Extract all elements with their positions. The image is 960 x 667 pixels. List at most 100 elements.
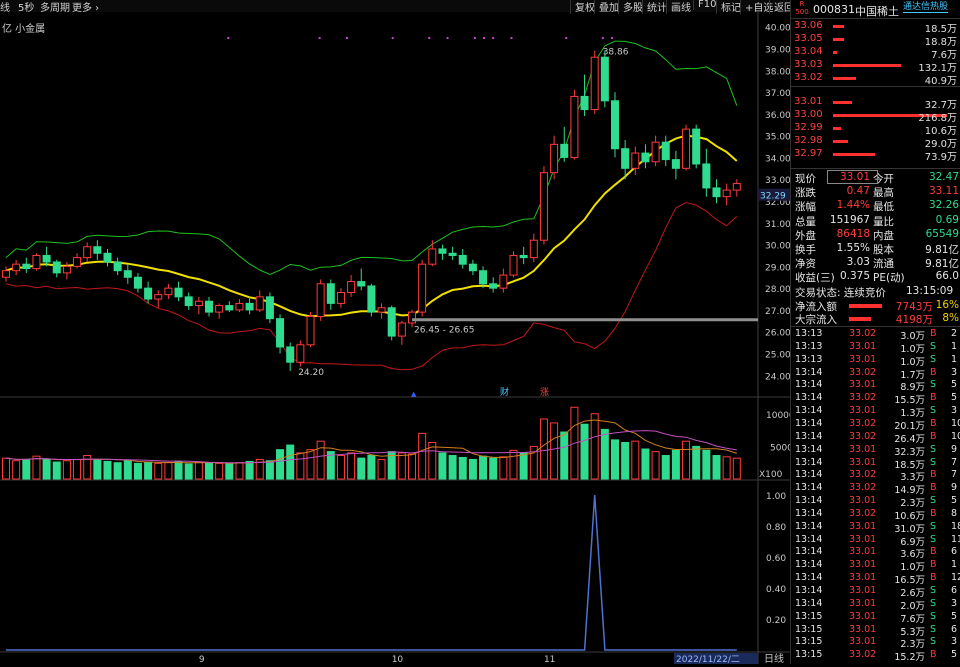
volume-bar bbox=[296, 452, 305, 480]
volume-bar bbox=[611, 439, 619, 480]
ask-row[interactable]: 33.06 18.5万 bbox=[791, 20, 960, 35]
volume-bar bbox=[306, 449, 315, 480]
ask-row[interactable]: 33.05 18.8万 bbox=[791, 33, 960, 48]
tick-price: 33.02 bbox=[849, 392, 877, 404]
rank-badge: R 500 bbox=[795, 0, 809, 17]
event-dot bbox=[610, 37, 613, 39]
candle bbox=[22, 257, 31, 273]
tick-time: 13:14 bbox=[795, 495, 823, 507]
quote-row: 净资 3.03 流通 9.81亿 bbox=[791, 256, 960, 270]
volume-bar bbox=[276, 449, 285, 480]
volume-bar bbox=[22, 458, 31, 480]
price-axis-label: 33.00 bbox=[765, 176, 790, 186]
tick-side: B bbox=[930, 649, 937, 661]
bid-row[interactable]: 32.99 10.6万 bbox=[791, 122, 960, 137]
ask-volume-bar bbox=[833, 51, 837, 54]
tick-row: 13:15 33.01 7.6万 S 5 bbox=[791, 610, 960, 625]
oscillator-line bbox=[6, 494, 737, 651]
inflow-bar bbox=[849, 304, 882, 308]
bid-row[interactable]: 33.00 216.8万 bbox=[791, 109, 960, 124]
tick-side: B bbox=[930, 507, 937, 519]
tick-time: 13:14 bbox=[795, 520, 823, 532]
bid-row[interactable]: 32.98 29.0万 bbox=[791, 135, 960, 150]
high-annotation: 38.86 bbox=[603, 48, 629, 58]
quote-value: 3.03 bbox=[846, 256, 870, 269]
tick-side: S bbox=[930, 610, 937, 622]
ask-volume-bar bbox=[833, 64, 902, 67]
volume-bar bbox=[347, 452, 356, 480]
ask-row[interactable]: 33.04 7.6万 bbox=[791, 46, 960, 61]
hot-stock-link[interactable]: 通达信热股 bbox=[903, 0, 949, 13]
volume-bar bbox=[509, 449, 518, 480]
candle bbox=[215, 303, 224, 319]
volume-bar bbox=[458, 456, 467, 480]
tick-count: 10 bbox=[951, 417, 960, 429]
tick-side: S bbox=[930, 533, 937, 545]
tick-count: 3 bbox=[951, 597, 958, 609]
volume-bar bbox=[712, 455, 721, 480]
candle bbox=[154, 290, 163, 308]
tick-row: 13:14 33.01 8.9万 S 5 bbox=[791, 379, 960, 393]
ask-row[interactable]: 33.03 132.1万 bbox=[791, 59, 960, 74]
candle bbox=[671, 150, 680, 180]
quote-row: 换手 1.55% 股本 9.81亿 bbox=[791, 242, 960, 256]
volume-bar bbox=[702, 449, 711, 480]
period-label[interactable]: 日线 bbox=[764, 652, 784, 665]
candle bbox=[286, 342, 295, 371]
kline-chart-area[interactable]: 亿 小金属 26.45 - 26.65 38.86 24.20 财 涨 ▲ 40.00 39… bbox=[0, 12, 795, 665]
kline-chart[interactable]: 亿 小金属 26.45 - 26.65 38.86 24.20 财 涨 ▲ 40.00 39… bbox=[0, 12, 795, 665]
current-price-tag: 32.29 bbox=[760, 192, 786, 202]
tick-side: B bbox=[930, 417, 937, 429]
tick-count: 10 bbox=[951, 430, 960, 442]
rank-badge-bottom: 500 bbox=[795, 8, 809, 16]
tick-side: S bbox=[930, 636, 937, 648]
toolbar-f10-button[interactable]: F10 bbox=[693, 0, 716, 10]
candle bbox=[12, 259, 21, 276]
candle bbox=[570, 89, 579, 160]
tick-row: 13:13 33.02 3.0万 B 2 bbox=[791, 328, 960, 342]
tick-time: 13:14 bbox=[795, 443, 823, 455]
event-dot bbox=[318, 37, 321, 39]
tick-side: S bbox=[930, 353, 937, 365]
volume-bar bbox=[93, 458, 102, 480]
tick-time: 13:15 bbox=[795, 649, 823, 661]
price-axis-label: 40.00 bbox=[765, 24, 790, 34]
tick-count: 1 bbox=[951, 353, 958, 365]
bid-volume-bar bbox=[833, 140, 849, 143]
osc-axis-label: 0.80 bbox=[766, 523, 786, 533]
price-axis-label: 36.00 bbox=[765, 111, 790, 121]
quote-value: 32.47 bbox=[928, 171, 959, 183]
tick-price: 33.01 bbox=[849, 559, 877, 571]
event-marker-zhang[interactable]: 涨 bbox=[540, 387, 549, 398]
quote-label: PE(动) bbox=[873, 272, 905, 285]
tick-count: 1 bbox=[951, 340, 958, 352]
tick-price: 33.01 bbox=[849, 456, 877, 468]
quote-value: 33.11 bbox=[928, 185, 959, 198]
candle bbox=[702, 148, 711, 197]
ask-row[interactable]: 33.02 40.9万 bbox=[791, 72, 960, 87]
tick-price: 33.01 bbox=[849, 585, 877, 596]
candle bbox=[133, 272, 142, 293]
price-axis-label: 25.00 bbox=[765, 351, 790, 361]
bid-row[interactable]: 32.97 73.9万 bbox=[791, 148, 960, 163]
tick-time: 13:14 bbox=[795, 585, 823, 596]
tick-time: 13:15 bbox=[795, 636, 823, 648]
volume-bar bbox=[286, 444, 295, 480]
trade-status-row: 交易状态: 连续竞价 13:15:09 bbox=[791, 285, 960, 299]
tick-row: 13:15 33.02 15.2万 B 5 bbox=[791, 649, 960, 663]
ask-volume-bar bbox=[833, 25, 845, 28]
tick-time: 13:14 bbox=[795, 546, 823, 558]
tick-count: 6 bbox=[951, 585, 958, 596]
volume-bar bbox=[499, 456, 508, 480]
tick-side: B bbox=[930, 559, 937, 571]
volume-bar bbox=[133, 462, 142, 480]
event-marker-cai[interactable]: 财 bbox=[500, 386, 509, 398]
bid-row[interactable]: 33.01 32.7万 bbox=[791, 96, 960, 111]
volume-bar bbox=[448, 455, 457, 480]
tick-row: 13:1433.0226.4万B10 bbox=[791, 430, 960, 445]
volume-bar bbox=[580, 423, 589, 480]
candle bbox=[357, 268, 366, 291]
tick-price: 33.02 bbox=[849, 507, 877, 519]
tick-price: 33.01 bbox=[849, 533, 877, 545]
price-axis-label: 28.00 bbox=[765, 285, 790, 295]
